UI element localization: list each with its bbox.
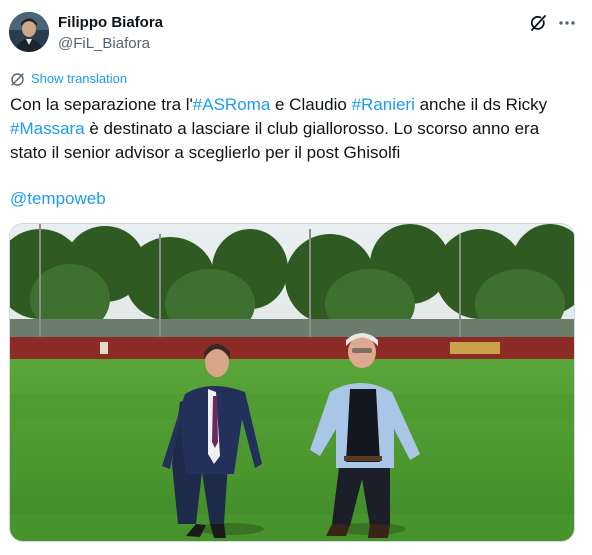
show-translation-label[interactable]: Show translation [31,71,127,87]
more-dots-icon[interactable] [556,12,578,34]
mention-tempoweb[interactable]: @tempoweb [10,189,106,208]
text-segment: è destinato a lasciare il club gialloros… [84,119,540,138]
hashtag-asroma[interactable]: #ASRoma [193,95,270,114]
author-handle[interactable]: @FiL_Biafora [58,34,163,53]
text-segment: Con la separazione tra l' [10,95,193,114]
globe-translate-icon [10,72,25,87]
text-segment: anche il ds Ricky [414,95,548,114]
mention-line: @tempoweb [10,187,106,211]
author-display-name[interactable]: Filippo Biafora [58,13,163,32]
avatar[interactable] [9,12,49,52]
tweet-line: stato il senior advisor a sceglierlo per… [10,143,401,162]
grok-icon[interactable] [528,13,548,33]
tweet-line: Con la separazione tra l'#ASRoma e Claud… [10,93,580,117]
hashtag-massara[interactable]: #Massara [10,119,85,138]
tweet-text: Con la separazione tra l'#ASRoma e Claud… [10,93,580,165]
tweet-line: #Massara è destinato a lasciare il club … [10,117,580,141]
hashtag-ranieri[interactable]: #Ranieri [352,95,415,114]
text-segment: e Claudio [270,95,352,114]
tweet-card[interactable]: Filippo Biafora @FiL_Biafora Show transl… [0,0,592,555]
author-block: Filippo Biafora @FiL_Biafora [58,13,163,53]
show-translation-link[interactable]: Show translation [10,71,127,87]
tweet-photo[interactable] [9,223,575,542]
